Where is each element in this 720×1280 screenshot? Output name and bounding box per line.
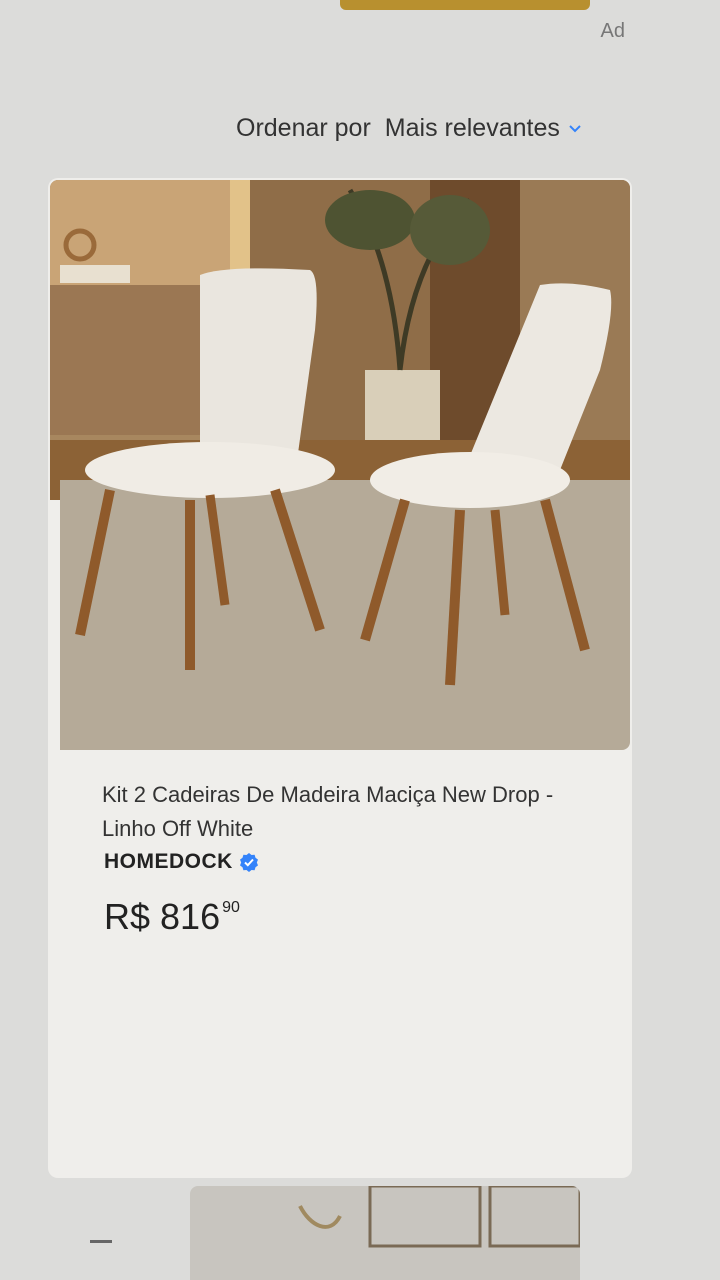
sort-control[interactable]: Ordenar por Mais relevantes xyxy=(236,114,582,143)
seller-name: HOMEDOCK xyxy=(104,850,233,873)
divider xyxy=(90,1240,112,1243)
next-product-image xyxy=(298,1186,580,1248)
ad-label: Ad xyxy=(600,20,625,42)
seller[interactable]: HOMEDOCK xyxy=(104,850,259,874)
product-price: R$ 816 90 xyxy=(104,895,240,939)
price-main: R$ 816 xyxy=(104,896,221,937)
previous-item-banner xyxy=(340,0,590,10)
chevron-down-icon xyxy=(569,124,581,132)
next-product-card[interactable] xyxy=(190,1186,580,1280)
product-title[interactable]: Kit 2 Cadeiras De Madeira Maciça New Dro… xyxy=(102,778,572,846)
sort-dropdown[interactable]: Mais relevantes xyxy=(385,114,582,143)
price-cents: 90 xyxy=(222,899,240,916)
sort-label: Ordenar por xyxy=(236,114,371,142)
product-image[interactable] xyxy=(50,180,630,750)
sort-value: Mais relevantes xyxy=(384,114,560,142)
verified-check-icon xyxy=(239,853,258,872)
